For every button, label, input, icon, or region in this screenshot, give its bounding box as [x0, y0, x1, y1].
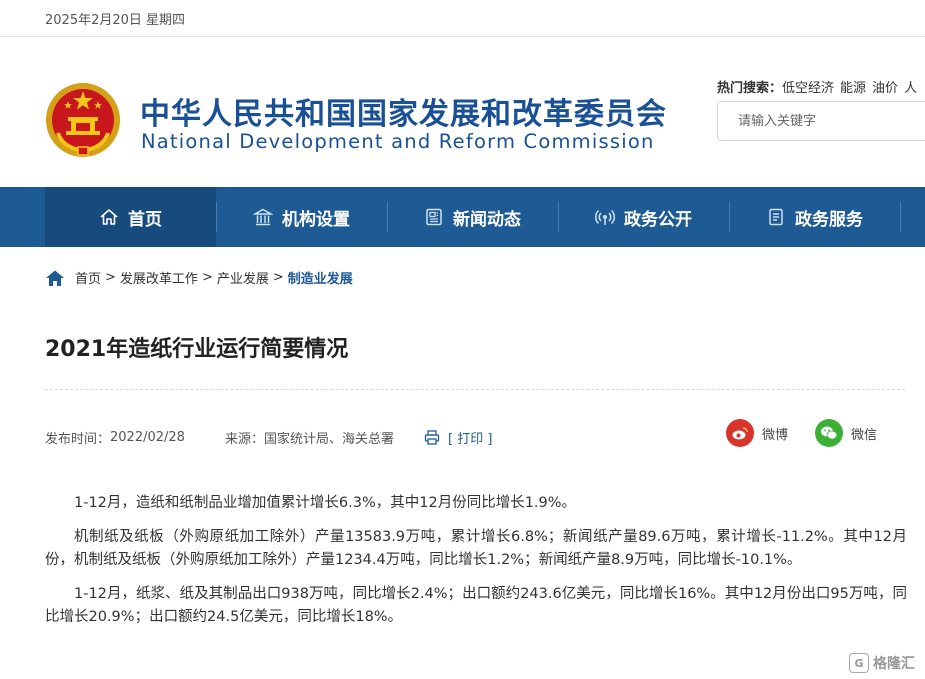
nav-item-news[interactable]: 新闻动态 — [387, 187, 558, 247]
nav-item-label: 机构设置 — [282, 209, 350, 230]
breadcrumb-separator: > — [105, 270, 116, 285]
watermark-text: 格隆汇 — [873, 656, 915, 672]
source-label: 来源： — [224, 432, 264, 447]
article-paragraph: 机制纸及纸板（外购原纸加工除外）产量13583.9万吨，累计增长6.8%；新闻纸… — [45, 529, 907, 568]
national-emblem-icon[interactable] — [44, 81, 122, 159]
publish-label: 发布时间： — [45, 432, 111, 447]
nav-item-organization[interactable]: 机构设置 — [216, 187, 387, 247]
site-name-en[interactable]: National Development and Reform Commissi… — [141, 130, 655, 153]
nav-item-label: 首页 — [128, 209, 162, 230]
article-title: 2021年造纸行业运行简要情况 — [45, 337, 349, 362]
nav-item-label: 新闻动态 — [453, 209, 521, 230]
watermark: G 格隆汇 — [849, 653, 915, 673]
wechat-label: 微信 — [851, 427, 878, 443]
print-button[interactable]: [ 打印 ] — [424, 428, 492, 447]
breadcrumb-link[interactable]: 产业发展 — [217, 268, 269, 287]
nav-item-public-affairs[interactable]: 政务公开 — [558, 187, 729, 247]
search-box — [717, 101, 925, 141]
nav-item-label: 政务服务 — [795, 209, 863, 230]
hot-keyword[interactable]: 人 — [904, 81, 917, 96]
breadcrumb-separator: > — [272, 270, 284, 285]
home-icon[interactable] — [45, 269, 65, 287]
nav-item-home[interactable]: 首页 — [45, 187, 216, 247]
article-paragraph: 1-12月，纸浆、纸及其制品出口938万吨，同比增长2.4%；出口额约243.6… — [45, 586, 907, 625]
article-body: 1-12月，造纸和纸制品业增加值累计增长6.3%，其中12月份同比增长1.9%。… — [45, 492, 907, 640]
weibo-label: 微博 — [762, 427, 789, 443]
article-paragraph: 1-12月，造纸和纸制品业增加值累计增长6.3%，其中12月份同比增长1.9%。 — [74, 495, 577, 511]
document-icon — [769, 208, 783, 226]
nav-item-label: 政务公开 — [624, 209, 692, 230]
breadcrumb-link[interactable]: 发展改革工作 — [120, 268, 198, 287]
hot-search: 热门搜索：低空经济 能源 油价人 — [717, 77, 917, 96]
top-bar: 2025年2月20日 星期四 — [0, 0, 925, 37]
current-date: 2025年2月20日 星期四 — [45, 13, 186, 28]
wechat-icon — [815, 419, 843, 447]
newspaper-icon — [426, 208, 442, 226]
source-value: 国家统计局、海关总署 — [263, 432, 394, 447]
breadcrumb: 首页 > 发展改革工作 > 产业发展 > 制造业发展 — [45, 268, 353, 287]
publish-date: 2022/02/28 — [110, 430, 185, 445]
hot-search-label: 热门搜索： — [717, 81, 783, 96]
site-header: 中华人民共和国国家发展和改革委员会 National Development a… — [0, 37, 925, 187]
watermark-logo-icon: G — [849, 653, 869, 673]
main-nav: 首页 机构设置 新闻动态 政务公开 政务服务 — [0, 187, 925, 247]
print-label: [ 打印 ] — [447, 432, 493, 447]
site-name-cn[interactable]: 中华人民共和国国家发展和改革委员会 — [140, 89, 667, 133]
weibo-icon — [726, 419, 754, 447]
article-meta: 发布时间： 2022/02/28 来源： 国家统计局、海关总署 [ 打印 ] — [45, 428, 492, 447]
hot-keyword[interactable]: 能源 — [840, 81, 866, 96]
hot-keyword[interactable]: 低空经济 — [782, 81, 834, 96]
title-divider — [45, 389, 905, 390]
broadcast-icon — [595, 209, 615, 225]
breadcrumb-separator: > — [201, 270, 213, 285]
breadcrumb-link[interactable]: 首页 — [75, 268, 101, 287]
breadcrumb-current[interactable]: 制造业发展 — [288, 268, 353, 287]
share-weibo[interactable]: 微博 — [726, 419, 788, 447]
building-icon — [253, 208, 273, 226]
printer-icon — [424, 430, 440, 445]
home-icon — [100, 209, 118, 225]
nav-item-services[interactable]: 政务服务 — [729, 187, 900, 247]
share-wechat[interactable]: 微信 — [815, 419, 877, 447]
hot-keyword[interactable]: 油价 — [872, 81, 898, 96]
search-input[interactable] — [718, 102, 925, 140]
nav-divider — [900, 202, 901, 232]
